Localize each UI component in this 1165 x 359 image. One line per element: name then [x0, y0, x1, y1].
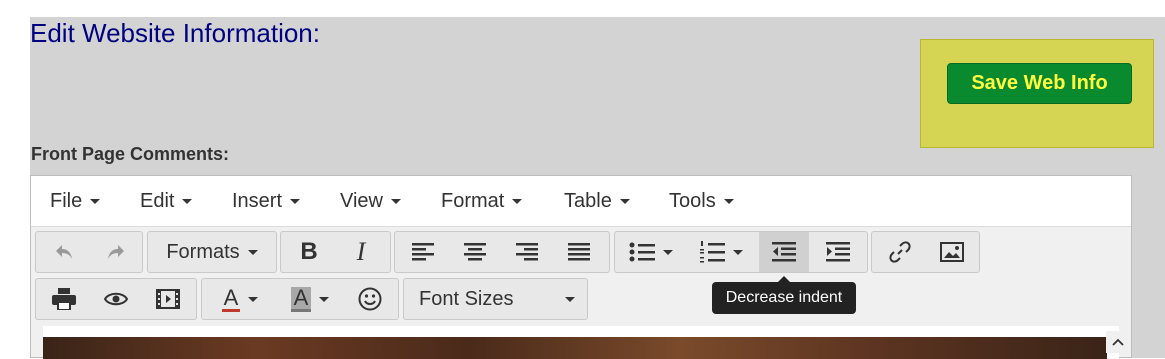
bullet-list-icon — [629, 242, 655, 262]
menu-view[interactable]: View — [340, 176, 401, 226]
tools-group — [35, 278, 197, 320]
front-page-comments-label: Front Page Comments: — [31, 144, 230, 164]
embedded-photo — [43, 337, 1107, 359]
redo-icon — [108, 245, 124, 259]
rich-text-editor: File Edit Insert View Format Table Tools… — [30, 175, 1132, 359]
chevron-down-icon — [90, 199, 101, 205]
increase-indent-icon — [826, 242, 850, 262]
formats-dropdown[interactable]: Formats — [148, 232, 276, 272]
chevron-down-icon — [290, 199, 301, 205]
formats-group: Formats — [147, 231, 277, 273]
align-justify-button[interactable] — [557, 232, 601, 272]
align-center-button[interactable] — [453, 232, 497, 272]
menu-insert[interactable]: Insert — [232, 176, 301, 226]
insert-group — [871, 231, 980, 273]
chevron-down-icon — [565, 296, 575, 302]
background-color-icon: A — [290, 286, 312, 312]
chevron-down-icon — [723, 199, 734, 205]
print-button[interactable] — [42, 279, 86, 319]
redo-button[interactable] — [94, 232, 138, 272]
background-color-button[interactable]: A — [278, 279, 342, 319]
alignment-group — [394, 231, 610, 273]
numbered-list-button[interactable] — [689, 232, 753, 272]
align-center-icon — [464, 243, 486, 261]
film-icon — [156, 289, 180, 309]
chevron-down-icon — [247, 249, 258, 255]
align-right-icon — [516, 243, 538, 261]
print-icon — [52, 288, 76, 310]
menu-edit[interactable]: Edit — [140, 176, 193, 226]
chevron-down-icon — [663, 249, 673, 255]
increase-indent-button[interactable] — [813, 232, 863, 272]
save-web-info-button[interactable]: Save Web Info — [947, 63, 1132, 104]
insert-image-button[interactable] — [930, 232, 974, 272]
editor-menubar: File Edit Insert View Format Table Tools — [31, 176, 1131, 227]
align-right-button[interactable] — [505, 232, 549, 272]
text-color-icon: A — [221, 284, 241, 312]
chevron-down-icon — [619, 199, 630, 205]
bullet-list-button[interactable] — [621, 232, 681, 272]
chevron-down-icon — [733, 249, 743, 255]
eye-icon — [104, 292, 128, 306]
numbered-list-icon — [700, 241, 725, 263]
history-group — [35, 231, 143, 273]
undo-button[interactable] — [42, 232, 86, 272]
emoticons-button[interactable] — [348, 279, 392, 319]
decrease-indent-button[interactable] — [759, 232, 809, 272]
align-left-button[interactable] — [401, 232, 445, 272]
scroll-up-button[interactable] — [1106, 331, 1130, 353]
align-left-icon — [412, 243, 434, 261]
preview-button[interactable] — [94, 279, 138, 319]
smiley-icon — [358, 287, 382, 311]
chevron-down-icon — [319, 296, 330, 302]
align-justify-icon — [568, 243, 590, 261]
list-indent-group — [614, 231, 868, 273]
color-group: A A — [201, 278, 399, 320]
chevron-down-icon — [182, 199, 193, 205]
decrease-indent-tooltip: Decrease indent — [712, 282, 856, 314]
text-style-group: B I — [280, 231, 391, 273]
chevron-down-icon — [512, 199, 523, 205]
chevron-up-icon — [1112, 338, 1124, 346]
font-size-group: Font Sizes — [403, 278, 588, 320]
chevron-down-icon — [391, 199, 401, 205]
editor-content-area[interactable] — [43, 326, 1119, 359]
chevron-down-icon — [248, 296, 259, 302]
menu-format[interactable]: Format — [441, 176, 523, 226]
menu-table[interactable]: Table — [564, 176, 630, 226]
save-highlight-box: Save Web Info — [920, 39, 1154, 148]
bold-button[interactable]: B — [287, 232, 331, 272]
menu-tools[interactable]: Tools — [669, 176, 734, 226]
media-button[interactable] — [146, 279, 190, 319]
decrease-indent-icon — [772, 242, 796, 262]
image-icon — [940, 242, 964, 262]
text-color-button[interactable]: A — [208, 279, 272, 319]
menu-file[interactable]: File — [50, 176, 101, 226]
font-sizes-dropdown[interactable]: Font Sizes — [404, 279, 587, 319]
link-icon — [889, 241, 911, 263]
italic-button[interactable]: I — [339, 232, 383, 272]
page-title: Edit Website Information: — [30, 18, 320, 48]
insert-link-button[interactable] — [878, 232, 922, 272]
undo-icon — [56, 245, 72, 259]
